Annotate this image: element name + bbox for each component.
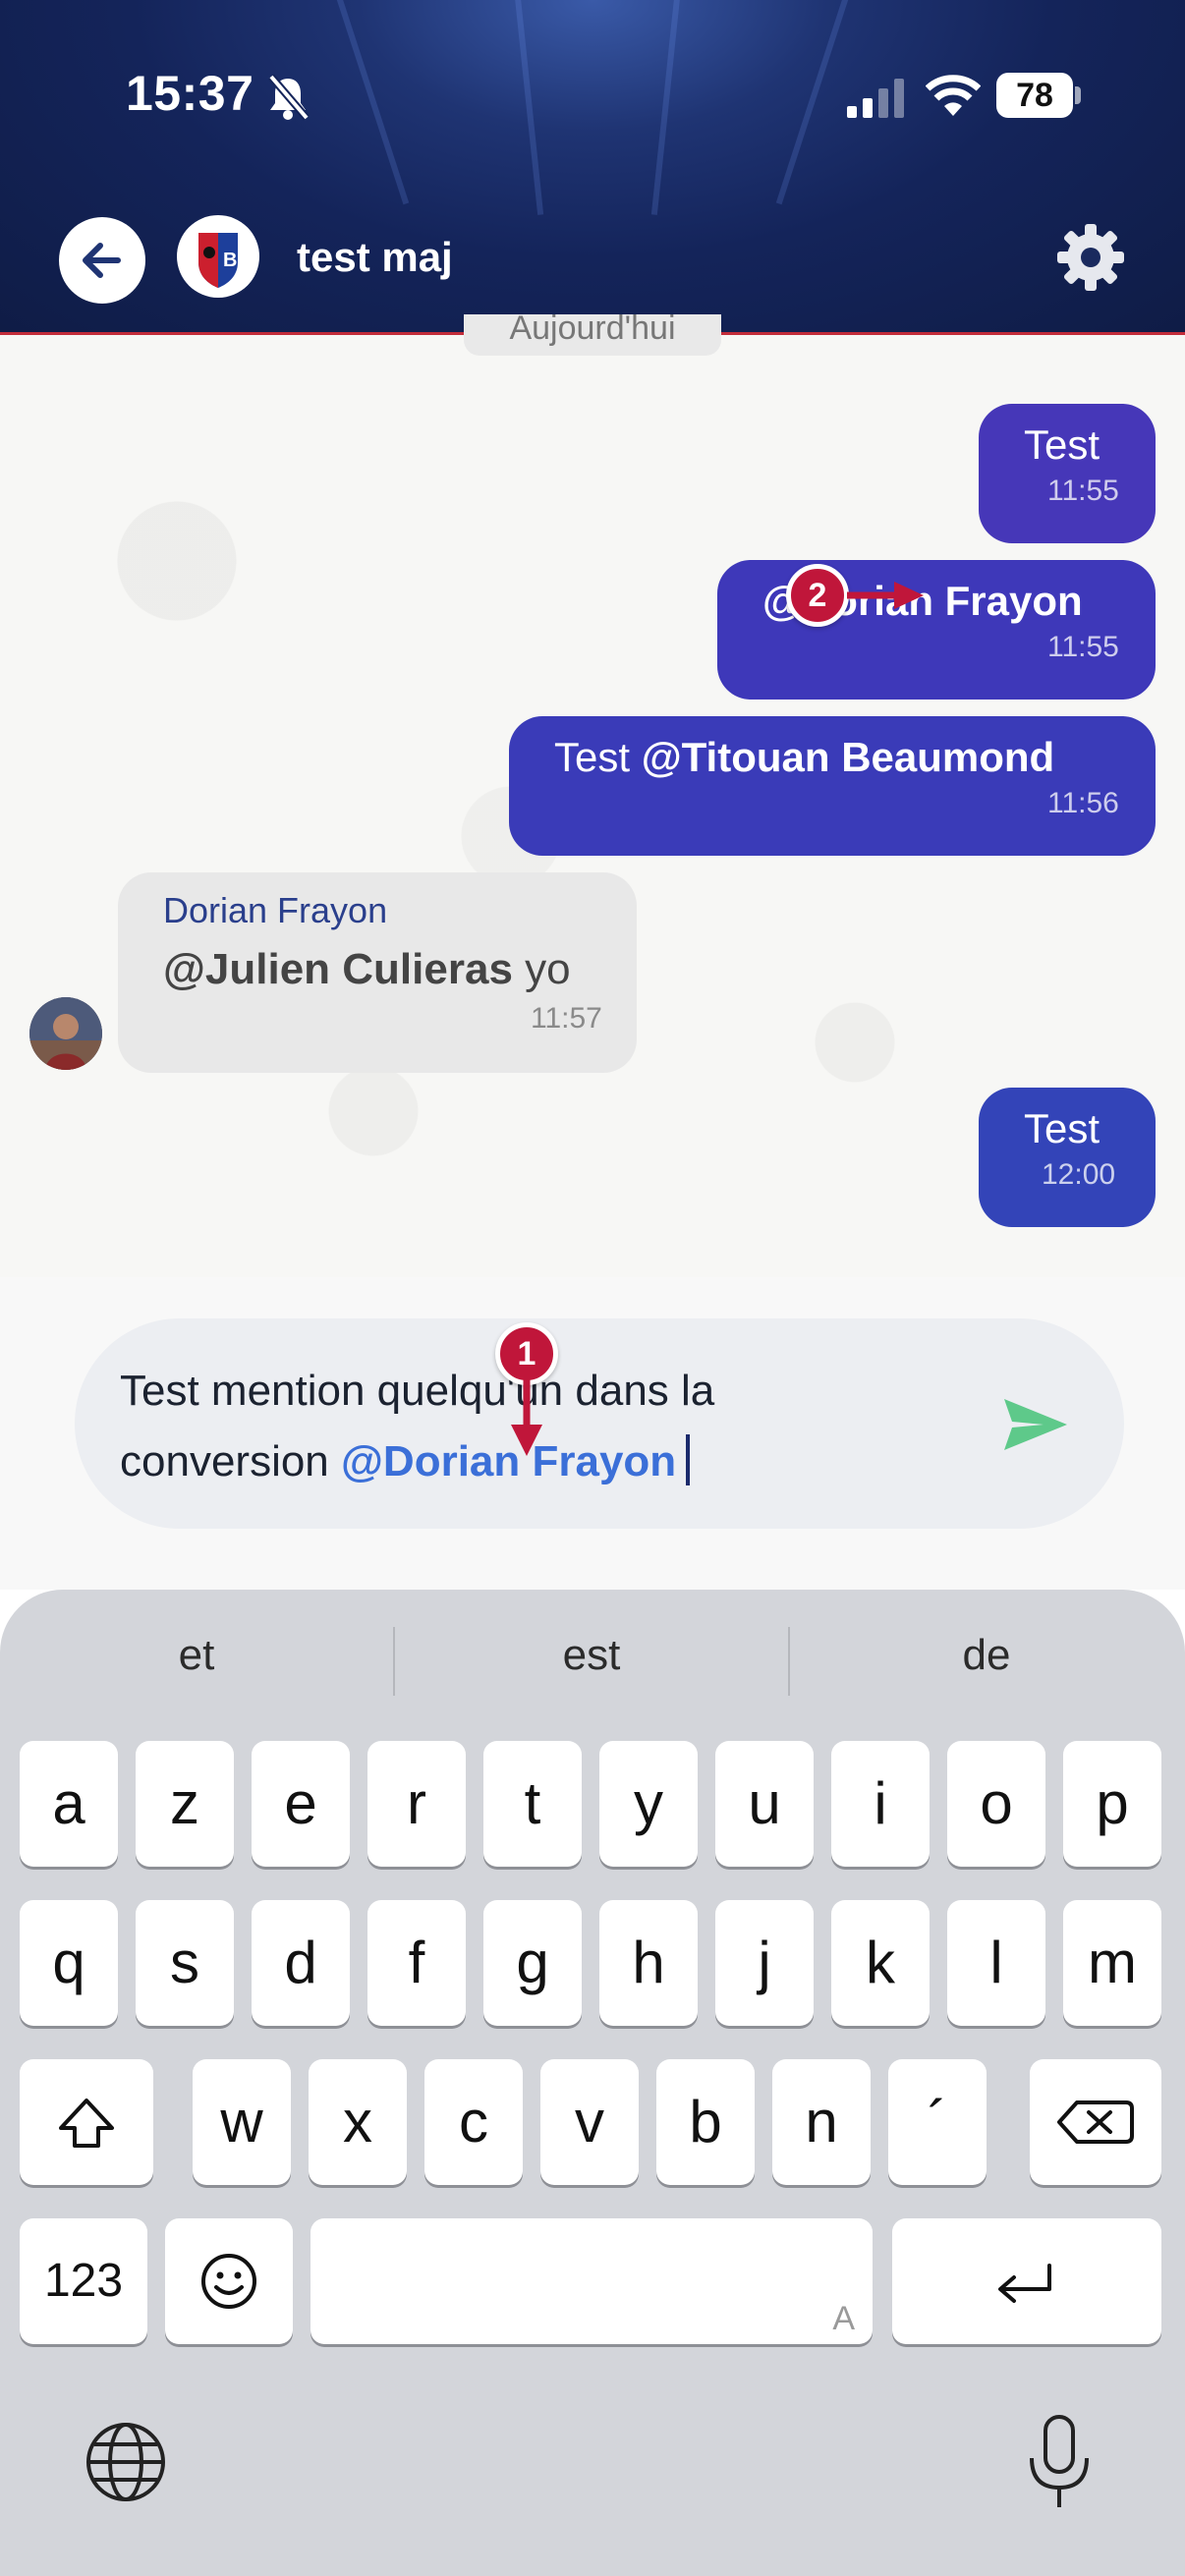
key-j[interactable]: j — [715, 1900, 814, 2026]
key-k[interactable]: k — [831, 1900, 930, 2026]
send-icon[interactable] — [1000, 1395, 1071, 1454]
suggestion-2[interactable]: est — [395, 1631, 788, 1680]
annotation-marker-2: 2 — [786, 564, 849, 627]
input-plain-text: conversion — [120, 1437, 342, 1485]
date-separator: Aujourd'hui — [464, 314, 721, 356]
key-c[interactable]: c — [424, 2059, 523, 2185]
delete-key[interactable] — [1030, 2059, 1161, 2185]
key-z[interactable]: z — [136, 1741, 234, 1867]
key-h[interactable]: h — [599, 1900, 698, 2026]
message-time: 11:56 — [1047, 787, 1119, 819]
microphone-icon[interactable] — [1022, 2413, 1097, 2511]
annotation-marker-1: 1 — [495, 1322, 558, 1385]
message-bubble-outgoing[interactable]: Test 12:00 — [979, 1088, 1156, 1227]
svg-text:B: B — [223, 250, 237, 271]
key-t[interactable]: t — [483, 1741, 582, 1867]
key-r[interactable]: r — [367, 1741, 466, 1867]
message-bubble-outgoing[interactable]: Test @Titouan Beaumond 11:56 — [509, 716, 1156, 856]
key-q[interactable]: q — [20, 1900, 118, 2026]
emoji-icon — [201, 2254, 256, 2309]
battery-indicator: 78 — [996, 73, 1073, 118]
key-v[interactable]: v — [540, 2059, 639, 2185]
suggestion-1[interactable]: et — [0, 1631, 393, 1680]
bell-muted-icon — [267, 74, 310, 121]
message-time: 11:55 — [1047, 475, 1119, 507]
message-time: 11:55 — [1047, 631, 1119, 663]
message-bubble-outgoing[interactable]: @Dorian Frayon 11:55 — [717, 560, 1156, 700]
suggestion-3[interactable]: de — [790, 1631, 1183, 1680]
wifi-icon — [926, 75, 981, 116]
message-bubble-outgoing[interactable]: Test 11:55 — [979, 404, 1156, 543]
key-f[interactable]: f — [367, 1900, 466, 2026]
status-time: 15:37 — [126, 66, 254, 121]
key-o[interactable]: o — [947, 1741, 1045, 1867]
key-n[interactable]: n — [772, 2059, 871, 2185]
gear-icon[interactable] — [1051, 218, 1130, 297]
arrow-right-icon — [847, 582, 924, 609]
arrow-down-icon — [511, 1379, 542, 1456]
user-photo-icon — [29, 997, 102, 1070]
message-mention: @Titouan Beaumond — [641, 734, 1055, 780]
chat-title[interactable]: test maj — [297, 234, 453, 281]
key-m[interactable]: m — [1063, 1900, 1161, 2026]
key-u[interactable]: u — [715, 1741, 814, 1867]
shift-key[interactable] — [20, 2059, 153, 2185]
message-text: Test — [1024, 1105, 1100, 1151]
globe-icon[interactable] — [83, 2419, 169, 2505]
backspace-icon — [1057, 2100, 1134, 2144]
message-plain-text: Test — [554, 734, 642, 780]
key-w[interactable]: w — [193, 2059, 291, 2185]
message-time: 12:00 — [1042, 1158, 1116, 1191]
space-key[interactable]: A — [310, 2218, 873, 2344]
key-i[interactable]: i — [831, 1741, 930, 1867]
key-b[interactable]: b — [656, 2059, 755, 2185]
message-bubble-incoming[interactable]: Dorian Frayon @Julien Culieras yo 11:57 — [118, 872, 637, 1073]
key-s[interactable]: s — [136, 1900, 234, 2026]
team-avatar[interactable]: B — [177, 215, 259, 298]
message-text: Test — [1024, 421, 1100, 468]
message-text: @Julien Culieras yo — [163, 945, 571, 994]
shift-icon — [59, 2099, 114, 2148]
team-badge-icon: B — [198, 233, 238, 288]
message-text: Test @Titouan Beaumond — [554, 734, 1054, 781]
key-a[interactable]: a — [20, 1741, 118, 1867]
key-p[interactable]: p — [1063, 1741, 1161, 1867]
return-key[interactable] — [892, 2218, 1161, 2344]
key-x[interactable]: x — [309, 2059, 407, 2185]
numbers-key[interactable]: 123 — [20, 2218, 147, 2344]
key-e[interactable]: e — [252, 1741, 350, 1867]
message-plain-text: yo — [512, 945, 571, 993]
key-g[interactable]: g — [483, 1900, 582, 2026]
arrow-left-icon — [83, 243, 121, 278]
sender-name: Dorian Frayon — [163, 890, 388, 930]
space-key-hint: A — [832, 2300, 855, 2337]
key-y[interactable]: y — [599, 1741, 698, 1867]
sender-avatar[interactable] — [29, 997, 102, 1070]
cellular-signal-icon — [847, 79, 904, 118]
key-l[interactable]: l — [947, 1900, 1045, 2026]
return-icon — [998, 2264, 1051, 2303]
message-mention: @Julien Culieras — [163, 945, 513, 993]
emoji-key[interactable] — [165, 2218, 293, 2344]
back-button[interactable] — [59, 217, 145, 304]
text-caret — [686, 1434, 691, 1485]
battery-tip — [1075, 86, 1081, 104]
key-accent[interactable]: ´ — [888, 2059, 987, 2185]
message-time: 11:57 — [531, 1002, 602, 1035]
key-d[interactable]: d — [252, 1900, 350, 2026]
